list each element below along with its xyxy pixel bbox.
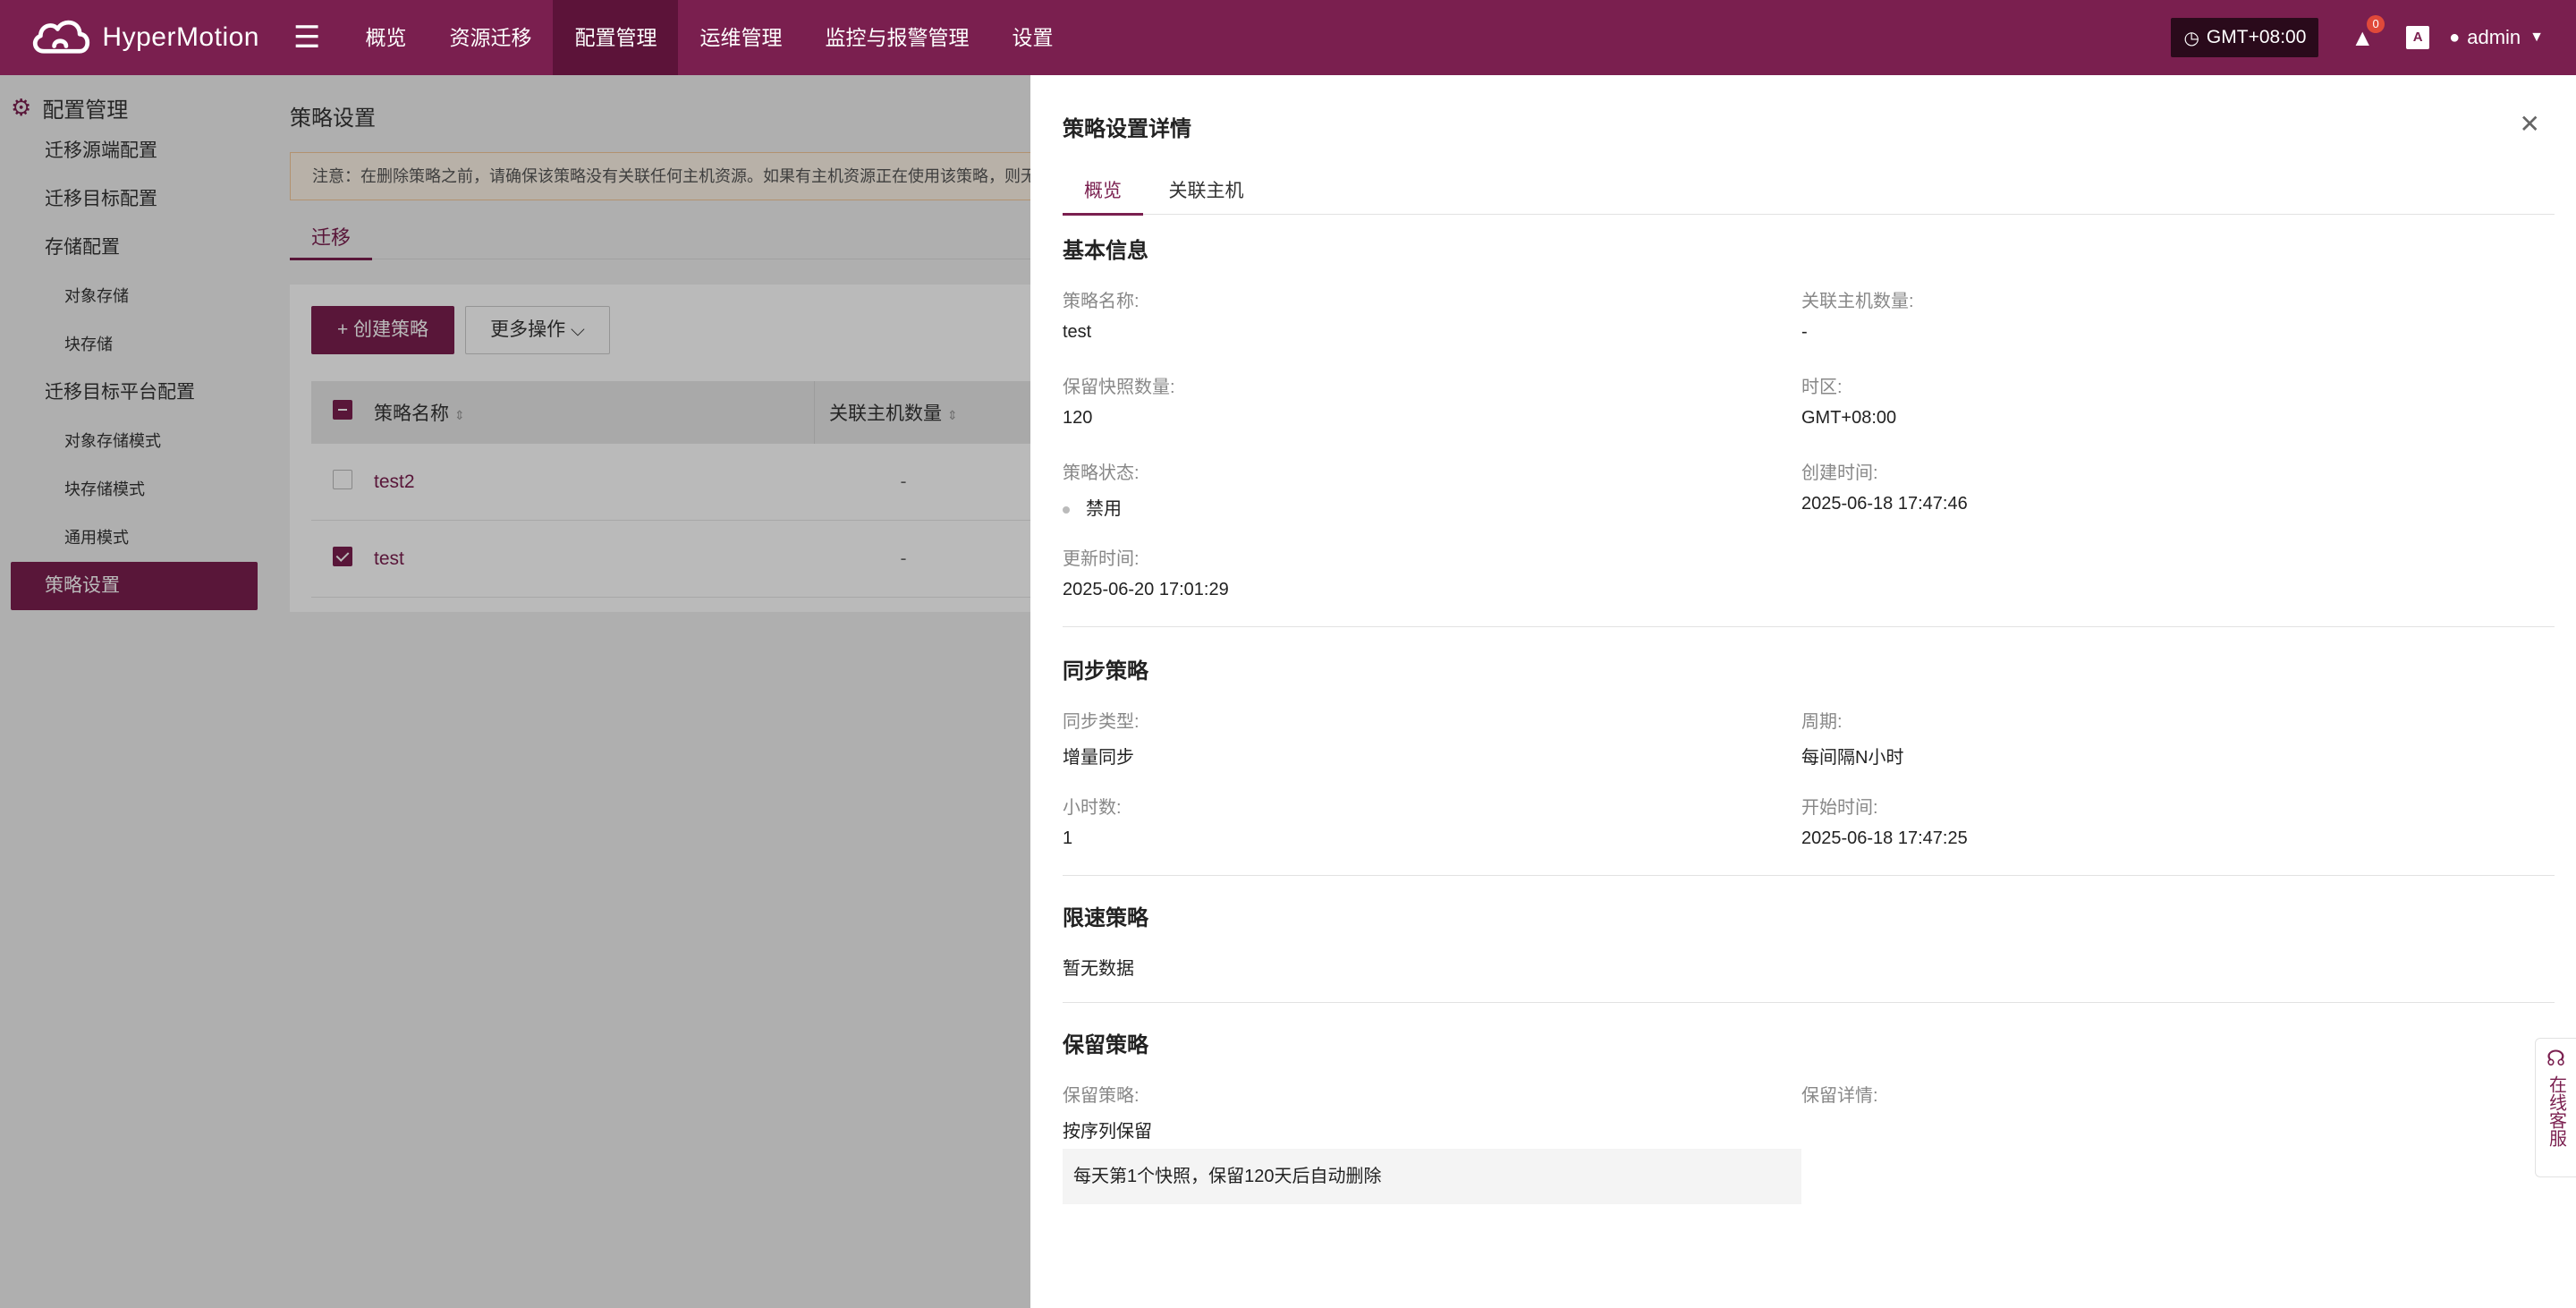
- period-label: 周期:: [1801, 712, 1843, 732]
- section-basic-title: 基本信息: [1063, 239, 1148, 263]
- policy-status-value: 禁用: [1063, 494, 1122, 520]
- headset-icon: ☊: [2546, 1047, 2566, 1071]
- drawer-tabs: 概览 关联主机: [1063, 170, 2555, 216]
- section-divider: [1063, 626, 2555, 627]
- policy-name-value: test: [1063, 322, 1092, 342]
- chevron-down-icon: ▼: [2529, 30, 2544, 45]
- nav-overview[interactable]: 概览: [343, 0, 428, 75]
- sync-type-value: 增量同步: [1063, 748, 1134, 768]
- hours-label: 小时数:: [1063, 798, 1122, 818]
- alert-button[interactable]: ▲ 0: [2351, 14, 2385, 52]
- retain-policy-label: 保留策略:: [1063, 1086, 1140, 1106]
- hours-value: 1: [1063, 828, 1073, 848]
- start-time-label: 开始时间:: [1801, 798, 1878, 818]
- related-hosts-value: -: [1801, 322, 1808, 342]
- timezone-field-label: 时区:: [1801, 378, 1843, 397]
- modal-mask[interactable]: [0, 75, 1030, 1308]
- section-divider: [1063, 875, 2555, 876]
- clock-icon: ◷: [2183, 28, 2199, 48]
- section-divider: [1063, 1002, 2555, 1003]
- brand-name: HyperMotion: [102, 22, 259, 52]
- tab-overview[interactable]: 概览: [1063, 170, 1143, 216]
- section-sync-title: 同步策略: [1063, 659, 1148, 684]
- header-actions: ◷ GMT+08:00 ▲ 0 A ● admin ▼: [2171, 0, 2576, 75]
- close-icon[interactable]: ✕: [2520, 109, 2540, 139]
- alert-badge: 0: [2367, 14, 2385, 33]
- user-icon: ●: [2449, 27, 2461, 47]
- related-hosts-label: 关联主机数量:: [1801, 292, 1914, 311]
- policy-status-label: 策略状态:: [1063, 463, 1140, 483]
- hamburger-menu-icon[interactable]: ☰: [293, 20, 320, 55]
- nav-ops[interactable]: 运维管理: [678, 0, 803, 75]
- nav-settings[interactable]: 设置: [990, 0, 1074, 75]
- timezone-label: GMT+08:00: [2206, 27, 2307, 47]
- period-value: 每间隔N小时: [1801, 748, 1904, 768]
- retain-rule-box: 每天第1个快照，保留120天后自动删除: [1063, 1149, 1801, 1204]
- support-label: 在线客服: [2546, 1075, 2566, 1147]
- policy-detail-drawer: 策略设置详情 ✕ 概览 关联主机 基本信息 策略名称: test 关联主机数量:…: [1030, 75, 2576, 1308]
- policy-name-label: 策略名称:: [1063, 292, 1140, 311]
- status-text: 禁用: [1086, 499, 1122, 519]
- status-dot: [1063, 505, 1070, 514]
- created-time-label: 创建时间:: [1801, 463, 1878, 483]
- section-retain-title: 保留策略: [1063, 1033, 1148, 1057]
- online-support-widget[interactable]: ☊ 在线客服: [2535, 1038, 2576, 1177]
- retain-detail-label: 保留详情:: [1801, 1086, 1878, 1106]
- snapshot-count-value: 120: [1063, 408, 1093, 428]
- created-time-value: 2025-06-18 17:47:46: [1801, 494, 1968, 514]
- start-time-value: 2025-06-18 17:47:25: [1801, 828, 1968, 848]
- nav-config[interactable]: 配置管理: [553, 0, 679, 75]
- language-icon[interactable]: A: [2406, 26, 2430, 49]
- snapshot-count-label: 保留快照数量:: [1063, 378, 1175, 397]
- updated-time-value: 2025-06-20 17:01:29: [1063, 580, 1229, 599]
- limit-empty-text: 暂无数据: [1063, 959, 1134, 979]
- timezone-field-value: GMT+08:00: [1801, 408, 1897, 428]
- sync-type-label: 同步类型:: [1063, 712, 1140, 732]
- user-menu[interactable]: ● admin ▼: [2449, 26, 2544, 49]
- nav-monitoring[interactable]: 监控与报警管理: [803, 0, 990, 75]
- drawer-title: 策略设置详情: [1063, 117, 1191, 141]
- cloud-logo-icon: [32, 20, 90, 54]
- section-limit-title: 限速策略: [1063, 906, 1148, 930]
- retain-policy-value: 按序列保留: [1063, 1122, 1152, 1142]
- logo[interactable]: HyperMotion: [29, 11, 259, 64]
- nav-migration[interactable]: 资源迁移: [428, 0, 553, 75]
- top-bar: HyperMotion ☰ 概览 资源迁移 配置管理 运维管理 监控与报警管理 …: [0, 0, 2576, 75]
- user-name: admin: [2467, 26, 2521, 48]
- updated-time-label: 更新时间:: [1063, 549, 1140, 569]
- main-nav: 概览 资源迁移 配置管理 运维管理 监控与报警管理 设置: [343, 0, 1074, 75]
- tab-related-hosts[interactable]: 关联主机: [1147, 170, 1265, 213]
- timezone-button[interactable]: ◷ GMT+08:00: [2171, 18, 2319, 57]
